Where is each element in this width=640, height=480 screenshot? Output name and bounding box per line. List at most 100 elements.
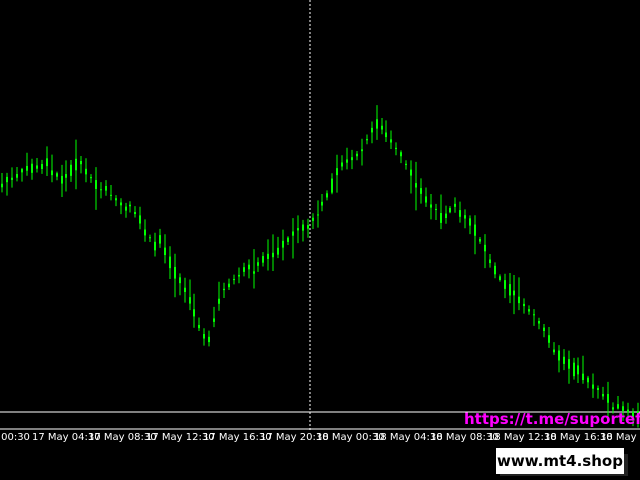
candle-body: [410, 169, 412, 176]
candle-body: [489, 259, 491, 264]
candle-body: [553, 349, 555, 353]
candle-body: [36, 165, 38, 169]
candle-body: [75, 158, 77, 171]
candle-body: [223, 288, 225, 291]
candle-body: [134, 211, 136, 215]
candle-body: [51, 170, 53, 176]
candle-body: [164, 247, 166, 256]
candle-body: [435, 208, 437, 211]
candle-body: [523, 303, 525, 307]
candle-body: [257, 262, 259, 266]
candle-body: [154, 241, 156, 251]
candle-body: [90, 177, 92, 179]
candle-body: [85, 168, 87, 175]
candle-body: [317, 214, 319, 216]
candle-body: [518, 296, 520, 304]
candle-body: [105, 186, 107, 191]
candle-body: [395, 147, 397, 150]
candle-body: [356, 153, 358, 157]
candle-body: [533, 314, 535, 316]
candle-body: [504, 280, 506, 289]
candle-body: [297, 228, 299, 231]
candle-body: [262, 256, 264, 263]
candle-body: [1, 183, 3, 188]
candle-body: [592, 384, 594, 389]
candle-body: [61, 175, 63, 184]
candle-body: [65, 174, 67, 178]
candle-body: [509, 284, 511, 296]
candle-body: [351, 157, 353, 161]
candle-body: [582, 373, 584, 381]
candle-body: [174, 266, 176, 279]
watermark-label: www.mt4.shop: [496, 448, 624, 474]
candle-body: [179, 277, 181, 284]
candle-body: [100, 189, 102, 191]
candle-body: [139, 215, 141, 224]
candle-body: [440, 212, 442, 223]
candle-body: [149, 237, 151, 239]
candle-body: [287, 237, 289, 242]
time-axis: y 00:3017 May 04:3017 May 08:3017 May 12…: [0, 430, 640, 448]
candle-body: [16, 174, 18, 178]
candle-body: [267, 253, 269, 259]
candle-body: [144, 229, 146, 236]
candle-body: [563, 356, 565, 364]
candle-body: [361, 149, 363, 152]
candle-body: [213, 318, 215, 322]
candle-body: [120, 202, 122, 206]
candle-body: [494, 265, 496, 275]
candle-body: [115, 198, 117, 201]
candle-body: [568, 359, 570, 369]
candle-body: [469, 218, 471, 226]
price-chart[interactable]: [0, 0, 640, 430]
candle-body: [617, 404, 619, 409]
candle-body: [248, 264, 250, 270]
time-axis-label: y 00:30: [0, 432, 30, 443]
candle-body: [218, 298, 220, 304]
candle-body: [307, 225, 309, 229]
candle-body: [70, 164, 72, 176]
candlestick-chart: [0, 0, 640, 430]
candle-body: [253, 271, 255, 274]
candle-body: [513, 290, 515, 296]
candles-group: [1, 105, 639, 428]
candle-body: [597, 387, 599, 391]
candle-body: [233, 278, 235, 281]
candle-body: [390, 139, 392, 143]
candle-body: [31, 163, 33, 173]
candle-body: [607, 393, 609, 403]
candle-body: [110, 194, 112, 196]
candle-body: [56, 173, 58, 177]
candle-body: [336, 168, 338, 176]
candle-body: [385, 132, 387, 138]
time-axis-label: 18 May 20: [600, 432, 640, 443]
candle-body: [243, 267, 245, 272]
candle-body: [464, 215, 466, 219]
candle-body: [425, 196, 427, 203]
candle-body: [321, 201, 323, 206]
candle-body: [538, 321, 540, 324]
candle-body: [125, 206, 127, 211]
candle-body: [21, 168, 23, 173]
candle-body: [548, 335, 550, 343]
candle-body: [459, 210, 461, 217]
candle-body: [203, 334, 205, 339]
candle-body: [189, 297, 191, 304]
candle-body: [11, 177, 13, 180]
candle-body: [95, 180, 97, 189]
candle-body: [371, 127, 373, 133]
candle-body: [159, 235, 161, 244]
candle-body: [341, 162, 343, 167]
candle-body: [376, 119, 378, 129]
candle-body: [420, 188, 422, 194]
candle-body: [282, 240, 284, 248]
candle-body: [46, 158, 48, 167]
candle-body: [543, 327, 545, 332]
candle-body: [573, 362, 575, 377]
candle-body: [129, 204, 131, 207]
bottom-bar: www.mt4.shop: [0, 448, 640, 480]
telegram-link[interactable]: https://t.me/suportefxsi: [464, 410, 640, 428]
candle-body: [381, 125, 383, 130]
candle-body: [587, 377, 589, 383]
candle-body: [474, 224, 476, 236]
